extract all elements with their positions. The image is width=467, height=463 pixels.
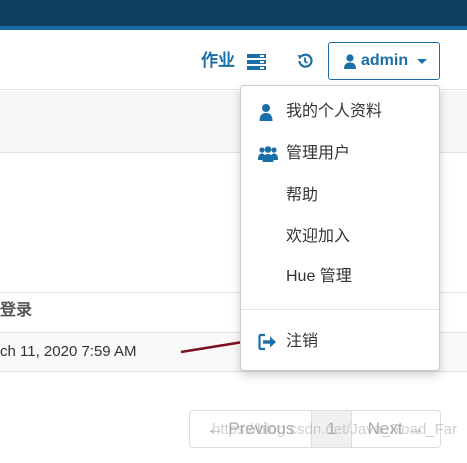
menu-item-label: 欢迎加入 — [286, 228, 351, 245]
menu-item-hue-admin[interactable]: Hue 管理 — [241, 257, 439, 297]
menu-item-label: 管理用户 — [286, 145, 351, 162]
user-icon — [344, 53, 356, 69]
menu-item-label: Hue 管理 — [286, 268, 352, 285]
user-dropdown-menu: 我的个人资料 管理用户 帮助 欢迎加入 Hue 管理 注销 — [240, 85, 440, 371]
top-header-bar — [0, 0, 467, 26]
menu-item-welcome[interactable]: 欢迎加入 — [241, 217, 439, 257]
watermark-text: https://blog.csdn.net/Java_Road_Far — [212, 421, 458, 438]
table-cell-date: ch 11, 2020 7:59 AM — [0, 343, 137, 360]
menu-item-label: 我的个人资料 — [286, 103, 383, 120]
menu-item-my-profile[interactable]: 我的个人资料 — [241, 92, 439, 132]
user-menu-button[interactable]: admin — [328, 42, 440, 80]
menu-item-logout[interactable]: 注销 — [241, 322, 439, 362]
user-menu-label: admin — [361, 52, 409, 69]
history-icon[interactable] — [296, 52, 314, 70]
user-icon — [258, 103, 278, 121]
menu-item-manage-users[interactable]: 管理用户 — [241, 134, 439, 174]
menu-item-label: 帮助 — [286, 187, 319, 204]
sign-out-icon — [258, 333, 278, 351]
users-icon — [258, 145, 278, 163]
menu-divider — [241, 309, 439, 310]
menu-item-label: 注销 — [286, 333, 319, 350]
menu-item-help[interactable]: 帮助 — [241, 176, 439, 216]
jobs-link[interactable]: 作业 — [201, 50, 235, 72]
table-header-cell[interactable]: 登录 — [0, 299, 32, 323]
jobs-list-icon[interactable] — [247, 54, 266, 70]
caret-down-icon — [417, 58, 428, 64]
